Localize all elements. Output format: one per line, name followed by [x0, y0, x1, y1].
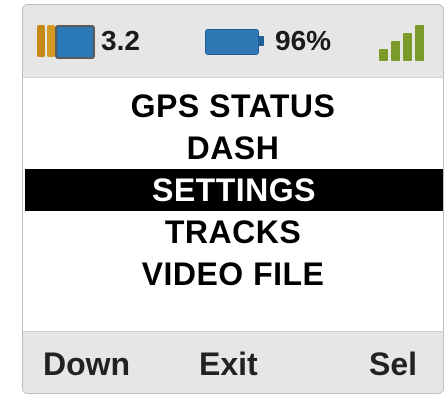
storage-value: 3.2: [101, 25, 140, 56]
menu-item-gps-status[interactable]: GPS STATUS: [23, 85, 443, 127]
signal-bar: [391, 41, 400, 61]
main-menu: GPS STATUS DASH SETTINGS TRACKS VIDEO FI…: [23, 85, 443, 295]
exit-softkey[interactable]: Exit: [199, 344, 258, 384]
status-bar: 3.2 96%: [23, 5, 443, 78]
menu-item-video-file[interactable]: VIDEO FILE: [23, 253, 443, 295]
menu-item-dash[interactable]: DASH: [23, 127, 443, 169]
signal-strength-icon: [379, 25, 425, 61]
battery-status: 96%: [205, 23, 331, 59]
storage-status: 3.2: [37, 23, 140, 59]
softkey-bar: Down Exit Sel: [23, 331, 443, 393]
signal-bar: [415, 25, 424, 61]
select-softkey[interactable]: Sel: [369, 344, 417, 384]
battery-icon: [205, 25, 265, 57]
gps-device-screen: 3.2 96% GPS STATUS DASH SETTINGS TRACKS …: [22, 4, 444, 394]
down-softkey[interactable]: Down: [43, 344, 130, 384]
signal-bar: [403, 33, 412, 61]
menu-item-tracks[interactable]: TRACKS: [23, 211, 443, 253]
signal-bar: [379, 49, 388, 61]
storage-card-icon: [37, 23, 95, 59]
battery-percentage: 96%: [275, 25, 332, 56]
menu-item-settings[interactable]: SETTINGS: [25, 169, 443, 211]
